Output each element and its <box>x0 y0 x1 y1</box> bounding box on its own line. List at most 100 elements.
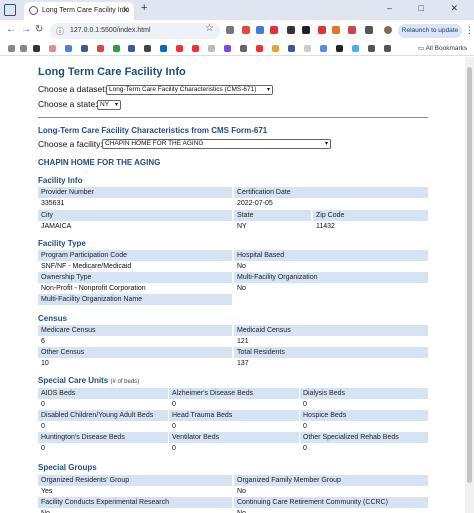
alzheimers-beds-value: 0 <box>172 401 176 408</box>
family-group-value: No <box>237 488 246 495</box>
bookmark-icon[interactable] <box>113 45 120 52</box>
bookmark-icon[interactable] <box>384 45 391 52</box>
table-row: Program Participation Code Hospital Base… <box>38 250 428 261</box>
table-row <box>38 305 428 316</box>
bookmark-icon[interactable] <box>176 45 183 52</box>
aids-beds-value: 0 <box>41 401 45 408</box>
ownership-type-label: Ownership Type <box>38 272 232 283</box>
table-row: Ownership Type Multi-Facility Organizati… <box>38 272 428 283</box>
extension-icon[interactable] <box>256 26 264 34</box>
bookmark-icon[interactable] <box>240 45 247 52</box>
extension-icon[interactable] <box>226 26 234 34</box>
bookmark-icon[interactable] <box>49 45 56 52</box>
table-row: Yes No <box>38 486 428 497</box>
address-bar[interactable]: ⓘ 127.0.0.1:5500/index.html <box>50 23 220 39</box>
avatar[interactable] <box>384 26 392 34</box>
table-row: 0 0 0 <box>38 399 428 410</box>
bookmark-icon[interactable] <box>368 45 375 52</box>
dataset-select[interactable]: Long-Term Care Facility Characteristics … <box>106 85 273 95</box>
other-rehab-beds-value: 0 <box>303 445 307 452</box>
medicaid-census-value: 121 <box>237 338 249 345</box>
special-groups-heading: Special Groups <box>38 463 97 472</box>
bookmark-icon[interactable] <box>304 45 311 52</box>
bookmark-icon[interactable] <box>224 45 231 52</box>
family-group-label: Organized Family Member Group <box>234 475 428 486</box>
bookmark-icon[interactable] <box>144 45 151 52</box>
github-icon[interactable] <box>336 45 343 52</box>
aids-beds-label: AIDS Beds <box>38 388 168 399</box>
city-value: JAMAICA <box>41 223 72 230</box>
bookmark-icon[interactable] <box>320 45 327 52</box>
url-text[interactable]: 127.0.0.1:5500/index.html <box>70 27 151 34</box>
other-rehab-beds-label: Other Specialized Rehab Beds <box>300 432 428 443</box>
special-care-title: Special Care Units <box>38 376 109 385</box>
relaunch-button[interactable]: Relaunch to update <box>398 24 462 38</box>
facility-select[interactable]: CHAPIN HOME FOR THE AGING ▾ <box>102 139 331 149</box>
browser-logo-icon[interactable] <box>4 4 16 16</box>
special-care-subtitle: (# of beds) <box>110 379 140 385</box>
window-controls[interactable]: – □ ✕ <box>387 3 470 14</box>
bookmark-icon[interactable] <box>81 45 88 52</box>
extension-icon[interactable] <box>242 26 250 34</box>
extension-icon[interactable] <box>332 26 340 34</box>
bookmark-icon[interactable] <box>352 45 359 52</box>
back-arrow-icon[interactable]: ← <box>6 24 16 35</box>
bookmark-icon[interactable] <box>192 45 199 52</box>
state-select[interactable]: NY ▾ <box>97 100 121 110</box>
forward-arrow-icon[interactable]: → <box>21 24 31 35</box>
extensions-puzzle-icon[interactable] <box>365 26 373 34</box>
certification-date-label: Certification Date <box>234 187 428 198</box>
table-row: JAMAICA NY 11432 <box>38 221 428 232</box>
extension-icon[interactable] <box>287 26 295 34</box>
bookmark-icon[interactable] <box>20 45 27 52</box>
bookmark-icon[interactable] <box>97 45 104 52</box>
hospital-based-value: No <box>237 263 246 270</box>
bookmark-icon[interactable] <box>33 45 40 52</box>
bookmark-icon[interactable] <box>65 45 72 52</box>
dataset-value: Long-Term Care Facility Characteristics … <box>109 86 257 93</box>
bookmark-icon[interactable] <box>128 45 135 52</box>
close-icon[interactable]: ✕ <box>122 5 130 16</box>
chevron-down-icon: ▾ <box>266 87 270 93</box>
info-icon[interactable]: ⓘ <box>56 26 64 37</box>
scrollbar[interactable] <box>465 57 474 513</box>
table-row: 335631 2022-07-05 <box>38 198 428 209</box>
extension-icon[interactable] <box>302 26 310 34</box>
provider-number-value: 335631 <box>41 200 65 207</box>
ventilator-beds-label: Ventilator Beds <box>169 432 299 443</box>
residents-group-value: Yes <box>41 488 53 495</box>
multi-facility-name-label: Multi-Facility Organization Name <box>38 294 232 305</box>
table-row: Organized Residents' Group Organized Fam… <box>38 475 428 486</box>
hospital-based-label: Hospital Based <box>234 250 428 261</box>
program-code-label: Program Participation Code <box>38 250 232 261</box>
all-bookmarks-label: All Bookmarks <box>425 45 468 52</box>
bookmark-icon[interactable] <box>160 45 167 52</box>
dialysis-beds-value: 0 <box>303 401 307 408</box>
extension-icon[interactable] <box>318 26 326 34</box>
state-value: NY <box>100 101 110 108</box>
bookmark-icon[interactable] <box>256 45 263 52</box>
reload-icon[interactable]: ↻ <box>35 24 43 35</box>
bookmark-icon[interactable] <box>272 45 279 52</box>
facility-label: Choose a facility: <box>38 139 103 149</box>
page-content: Long Term Care Facility Info Choose a da… <box>0 57 465 513</box>
multi-facility-name-value <box>38 305 232 316</box>
bookmark-icon[interactable] <box>208 45 215 52</box>
new-tab-icon[interactable]: + <box>141 2 147 14</box>
facility-info-heading: Facility Info <box>38 176 83 185</box>
extension-icon[interactable] <box>348 26 356 34</box>
bookmark-icon[interactable] <box>288 45 295 52</box>
zip-code-label: Zip Code <box>313 210 428 221</box>
experimental-research-label: Facility Conducts Experimental Research <box>38 497 232 508</box>
table-row: Huntington's Disease Beds Ventilator Bed… <box>38 432 428 443</box>
tab-facility-info[interactable]: Long Term Care Facility Info ✕ <box>24 2 134 20</box>
chevron-down-icon: ▾ <box>114 102 118 108</box>
other-census-label: Other Census <box>38 347 232 358</box>
extension-icon[interactable] <box>270 26 278 34</box>
menu-icon[interactable]: ⋮ <box>465 25 474 36</box>
scrollbar-thumb[interactable] <box>467 67 472 483</box>
bookmark-icon[interactable] <box>8 45 15 52</box>
all-bookmarks-button[interactable]: ▭ All Bookmarks <box>418 44 467 52</box>
star-icon[interactable]: ☆ <box>205 23 214 34</box>
medicare-census-label: Medicare Census <box>38 325 232 336</box>
